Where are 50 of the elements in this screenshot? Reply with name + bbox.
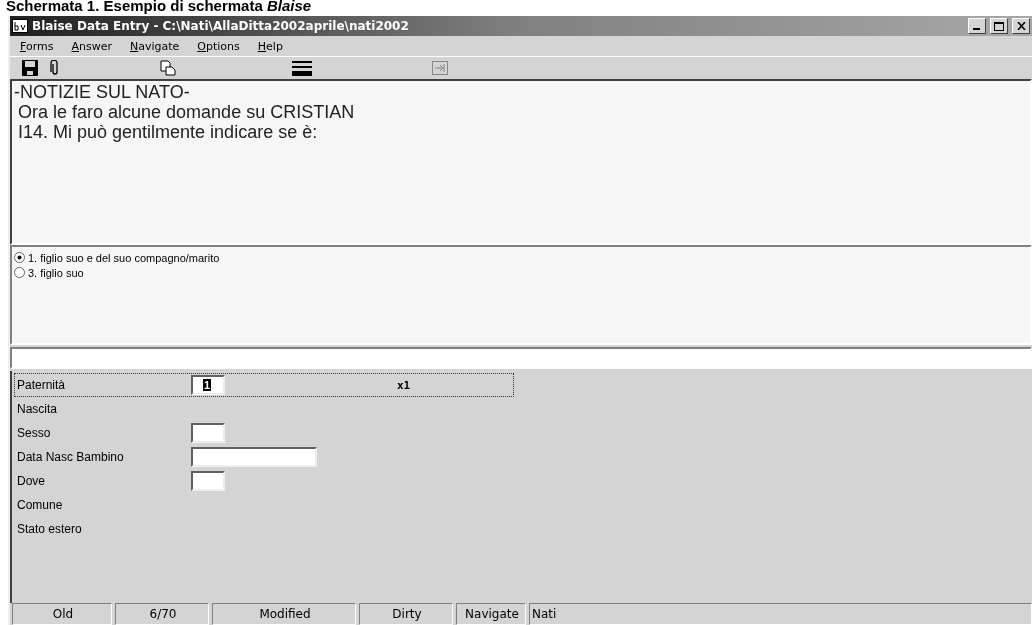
- radio-button[interactable]: [14, 252, 25, 263]
- field-label: Dove: [16, 474, 46, 488]
- status-cell: Dirty: [359, 603, 453, 625]
- figure-caption: Schermata 1. Esempio di schermata Blaise: [5, 0, 313, 16]
- form-row[interactable]: Stato estero: [14, 517, 514, 541]
- close-icon: [1016, 22, 1026, 30]
- list-icon[interactable]: [292, 60, 312, 76]
- input-field[interactable]: [191, 423, 225, 443]
- save-icon[interactable]: [22, 60, 38, 76]
- answer-option[interactable]: 3. figlio suo: [28, 266, 84, 279]
- copy-icon[interactable]: [160, 60, 176, 76]
- field-label: Stato estero: [16, 522, 83, 536]
- window-title: Blaise Data Entry - C:\Nati\AllaDitta2002aprile\nati2002: [32, 19, 410, 33]
- question-text: Ora le faro alcune domande su CRISTIAN: [17, 102, 356, 122]
- menu-item[interactable]: Navigate: [130, 39, 180, 53]
- status-cell: Modified: [212, 603, 356, 625]
- answer-option[interactable]: 1. figlio suo e del suo compagno/marito: [28, 251, 220, 264]
- form-row[interactable]: Nascita: [14, 397, 514, 421]
- radio-button[interactable]: [14, 267, 25, 278]
- form-row[interactable]: Dove: [14, 469, 514, 493]
- question-text: I14. Mi può gentilmente indicare se è:: [17, 122, 319, 142]
- status-cell: 6/70: [115, 603, 209, 625]
- field-label: Comune: [16, 498, 64, 512]
- input-field[interactable]: [191, 447, 317, 467]
- status-cell: Navigate: [456, 603, 526, 625]
- maximize-icon: [994, 21, 1004, 31]
- menu-item[interactable]: Options: [197, 39, 240, 53]
- menu-item[interactable]: Help: [257, 39, 283, 53]
- app-icon: [12, 19, 28, 33]
- status-cell: Old: [12, 603, 112, 625]
- menu-item[interactable]: Answer: [71, 39, 112, 53]
- menu-item[interactable]: Forms: [20, 39, 54, 53]
- field-label: Data Nasc Bambino: [16, 450, 125, 464]
- maximize-button[interactable]: [990, 18, 1008, 34]
- field-label: Paternità: [16, 378, 67, 392]
- field-label: Nascita: [16, 402, 58, 416]
- form-row[interactable]: Sesso: [14, 421, 514, 445]
- question-text: -NOTIZIE SUL NATO-: [14, 82, 191, 102]
- input-field[interactable]: [191, 471, 225, 491]
- field-label: Sesso: [16, 426, 52, 440]
- input-field[interactable]: [10, 347, 1032, 369]
- form-row[interactable]: Data Nasc Bambino: [14, 445, 514, 469]
- input-field[interactable]: 1: [191, 375, 225, 395]
- paperclip-icon[interactable]: [50, 60, 60, 76]
- form-row[interactable]: Comune: [14, 493, 514, 517]
- field-note: x1: [397, 378, 411, 392]
- selected-row[interactable]: Paternità 1 x1: [14, 373, 514, 397]
- minimize-button[interactable]: [968, 18, 986, 34]
- close-button[interactable]: [1012, 18, 1030, 34]
- status-cell: Nati: [529, 603, 1032, 625]
